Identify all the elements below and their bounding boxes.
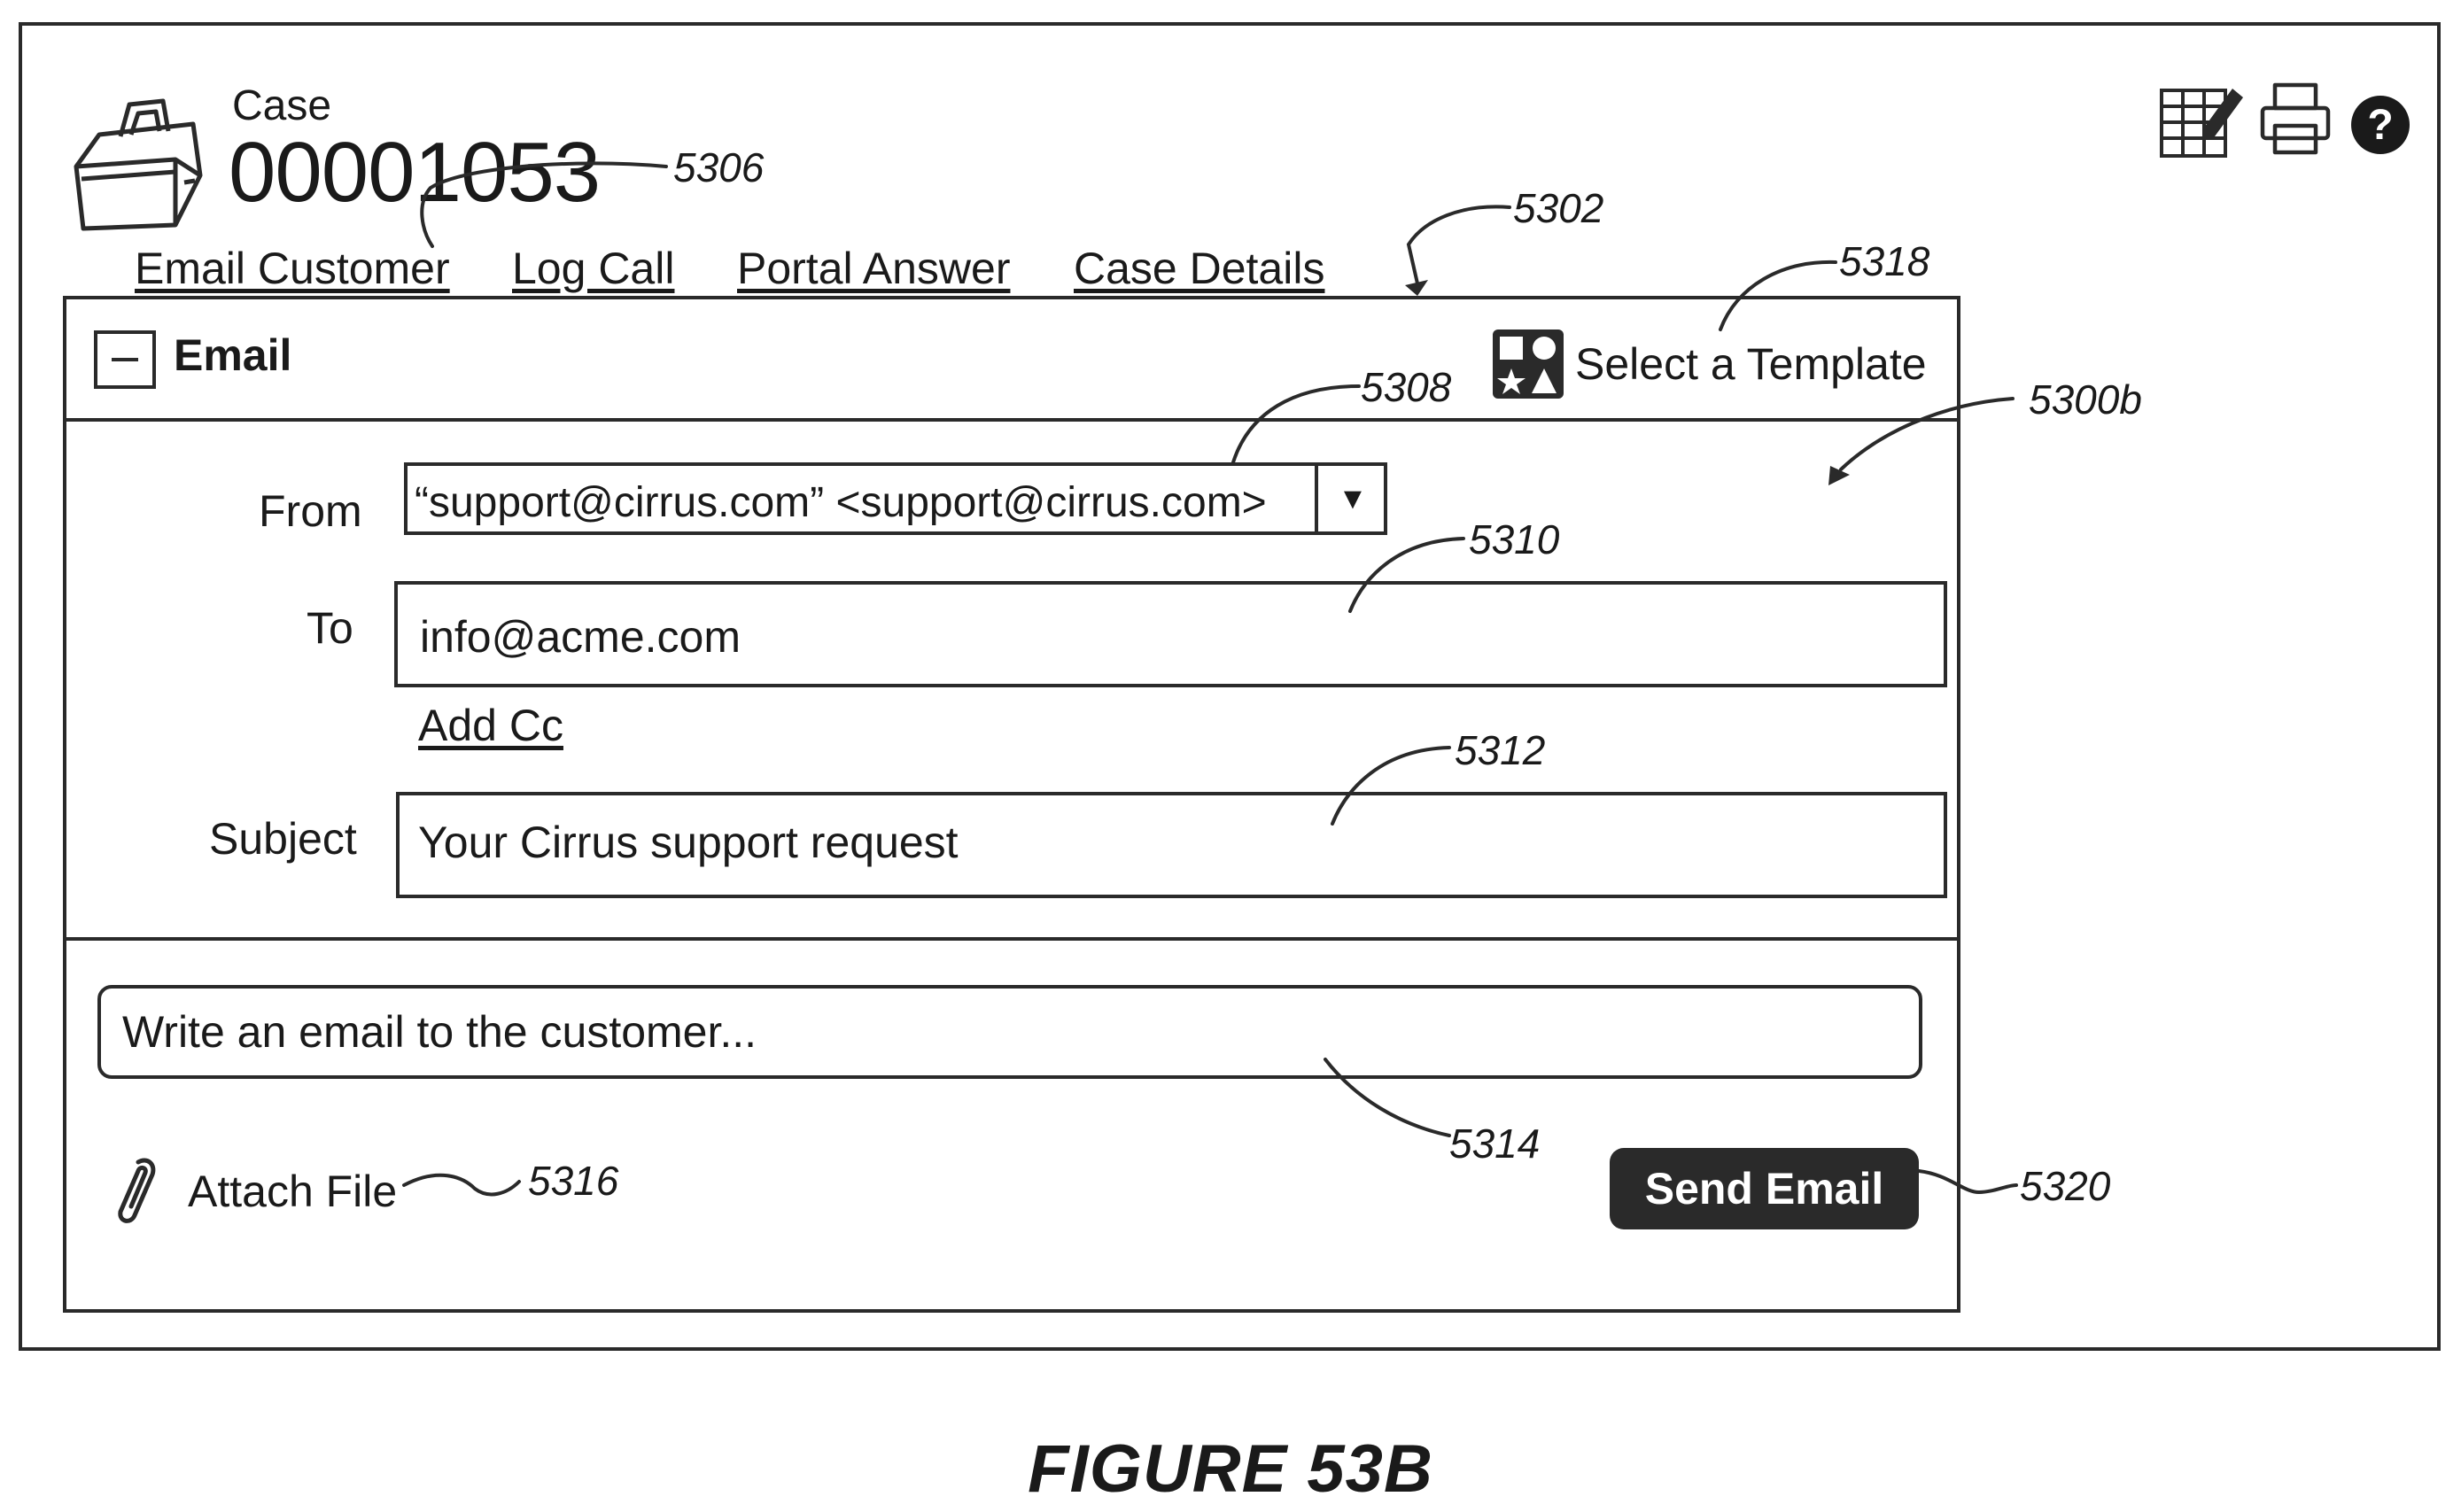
spreadsheet-edit-icon[interactable]	[2158, 81, 2245, 159]
send-email-button[interactable]: Send Email	[1610, 1148, 1919, 1229]
tab-portal-answer[interactable]: Portal Answer	[737, 243, 1010, 294]
tab-email-customer[interactable]: Email Customer	[135, 243, 450, 294]
figure-caption: FIGURE 53B	[0, 1431, 2461, 1508]
ref-5302: 5302	[1513, 184, 1603, 232]
template-shapes-icon[interactable]	[1493, 330, 1564, 399]
subject-label: Subject	[209, 813, 357, 865]
panel-header-divider	[63, 418, 1960, 422]
case-label: Case	[232, 81, 331, 130]
paperclip-icon[interactable]	[112, 1155, 161, 1226]
toolbox-icon	[67, 92, 206, 234]
chevron-down-icon[interactable]: ▼	[1322, 462, 1384, 535]
from-select-value: “support@cirrus.com” <support@cirrus.com…	[415, 478, 1267, 527]
ref-5314: 5314	[1449, 1120, 1540, 1167]
collapse-toggle-button[interactable]	[94, 330, 156, 389]
to-input-value: info@acme.com	[420, 611, 741, 663]
case-number: 00001053	[229, 124, 600, 221]
ref-5306: 5306	[673, 143, 764, 191]
panel-body-divider	[63, 937, 1960, 941]
add-cc-link[interactable]: Add Cc	[418, 700, 563, 751]
ref-5308: 5308	[1361, 363, 1451, 411]
select-template-link[interactable]: Select a Template	[1575, 338, 1927, 390]
ref-5312: 5312	[1455, 726, 1545, 774]
from-label: From	[259, 485, 362, 537]
tab-case-details[interactable]: Case Details	[1074, 243, 1324, 294]
subject-input-value: Your Cirrus support request	[418, 817, 959, 868]
ref-5300b: 5300b	[2029, 376, 2142, 423]
printer-icon[interactable]	[2259, 81, 2332, 156]
to-label: To	[307, 602, 353, 654]
email-body-placeholder: Write an email to the customer...	[122, 1006, 757, 1058]
ref-5318: 5318	[1839, 237, 1929, 285]
tab-log-call[interactable]: Log Call	[512, 243, 674, 294]
help-icon[interactable]: ?	[2351, 96, 2410, 154]
attach-file-link[interactable]: Attach File	[188, 1166, 397, 1217]
from-select-divider	[1315, 462, 1318, 535]
ref-5316: 5316	[528, 1157, 618, 1205]
ref-5320: 5320	[2020, 1162, 2110, 1210]
section-title-email: Email	[174, 330, 291, 381]
ref-5310: 5310	[1469, 516, 1559, 563]
